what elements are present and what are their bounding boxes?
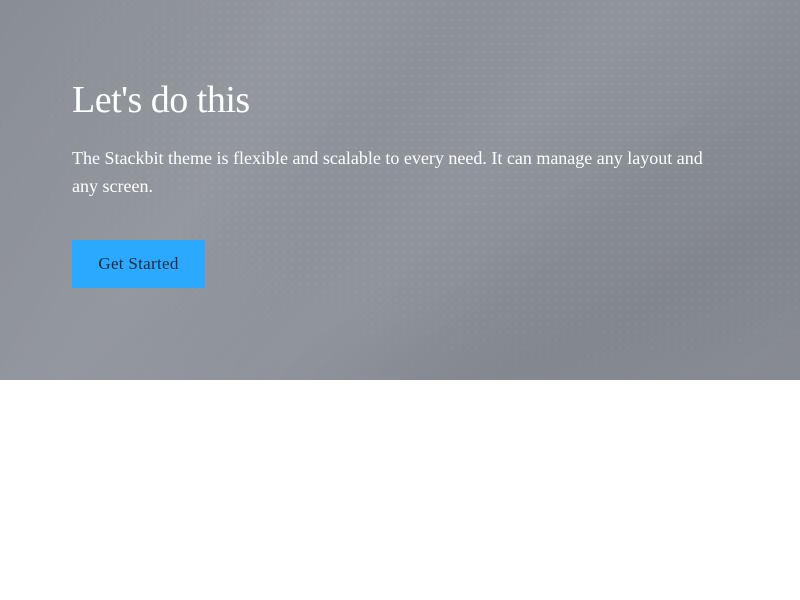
page-body-empty — [0, 380, 800, 600]
hero-section: Let's do this The Stackbit theme is flex… — [0, 0, 800, 380]
get-started-button[interactable]: Get Started — [72, 240, 205, 288]
hero-content: Let's do this The Stackbit theme is flex… — [72, 78, 732, 288]
hero-description: The Stackbit theme is flexible and scala… — [72, 148, 703, 196]
hero-title: Let's do this — [72, 79, 250, 121]
